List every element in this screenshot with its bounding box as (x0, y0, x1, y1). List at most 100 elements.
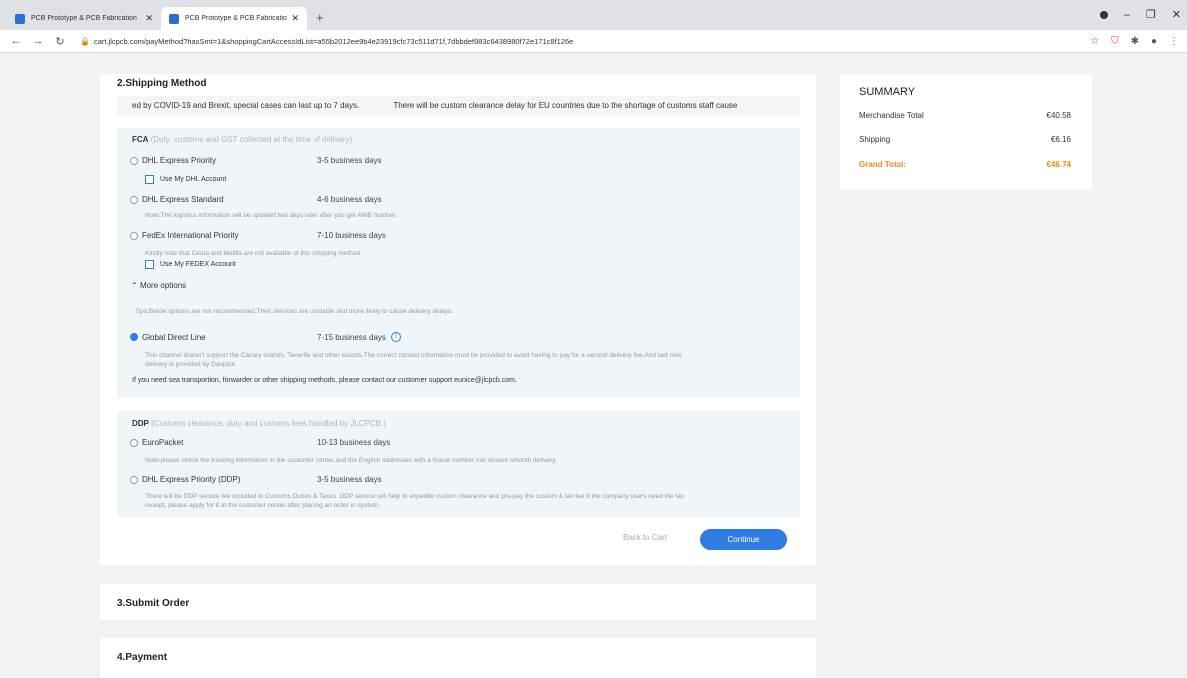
option-name: DHL Express Priority (142, 156, 216, 165)
close-icon[interactable]: ✕ (145, 13, 153, 24)
row-label: Grand Total: (859, 160, 906, 169)
group-header: DDP (Customs clearance, duty and customs… (132, 419, 386, 428)
submit-order-card[interactable]: 3.Submit Order (100, 584, 816, 620)
notice-text: ed by COVID-19 and Brexit, special cases… (132, 101, 360, 110)
account-icon[interactable]: ● (1151, 36, 1157, 47)
address-bar: ← → ↻ 🔒 cart.jlcpcb.com/payMethod?hasSmt… (0, 30, 1187, 53)
checkbox[interactable] (145, 175, 154, 184)
forward-icon[interactable]: → (32, 35, 44, 47)
shipping-row: Shipping €6.16 (859, 135, 1071, 144)
close-window-icon[interactable]: ✕ (1172, 8, 1181, 21)
radio-button[interactable] (130, 231, 138, 240)
shipping-option[interactable]: DHL Express Priority (DDP) 3-5 business … (130, 475, 381, 484)
row-label: Merchandise Total (859, 111, 924, 120)
note-line: This channel doesn't support the Canary … (145, 352, 682, 359)
chevron-up-icon: ⌃ (131, 281, 138, 290)
menu-icon[interactable]: ⋮ (1169, 36, 1179, 47)
radio-button[interactable] (130, 156, 138, 165)
grand-total-row: Grand Total: €46.74 (859, 160, 1071, 169)
more-options-label: More options (139, 281, 187, 290)
window-controls: – ❐ ✕ (1099, 8, 1181, 21)
star-icon[interactable]: ☆ (1090, 36, 1099, 47)
profile-icon[interactable] (1099, 10, 1108, 19)
notice-ticker: ed by COVID-19 and Brexit, special cases… (117, 96, 800, 116)
option-name: FedEx International Priority (142, 231, 239, 240)
extension-bar: ☆ ⛉ ✱ ● ⋮ (1090, 36, 1179, 47)
option-days: 7-15 business days (317, 332, 386, 342)
more-options-toggle[interactable]: ⌃ More options (131, 281, 186, 290)
use-fedex-account-checkbox[interactable]: Use My FEDEX Account (145, 260, 236, 269)
option-note: Note:The logistics information will be u… (145, 212, 397, 219)
radio-button[interactable] (130, 475, 138, 484)
browser-tab[interactable]: PCB Prototype & PCB Fabrication ✕ (7, 7, 161, 30)
option-name: Global Direct Line (142, 332, 206, 342)
contact-text: If you need sea transportion, forwarder … (132, 377, 517, 384)
maximize-icon[interactable]: ❐ (1146, 8, 1156, 21)
ddp-group: DDP (Customs clearance, duty and customs… (117, 411, 800, 517)
jlcpcb-favicon-icon (169, 13, 179, 24)
option-name: DHL Express Standard (142, 195, 224, 204)
order-summary: SUMMARY Merchandise Total €40.58 Shippin… (840, 74, 1092, 190)
info-icon[interactable]: ! (390, 332, 401, 342)
note-line: There will be DDP service fee included i… (145, 493, 685, 500)
back-to-cart-link[interactable]: Back to Cart (623, 533, 667, 542)
shipping-option[interactable]: EuroPacket 10-13 business days (130, 438, 390, 447)
option-days: 4-6 business days (317, 195, 382, 204)
section-title: 3.Submit Order (117, 598, 190, 609)
browser-tab-strip: PCB Prototype & PCB Fabrication ✕ PCB Pr… (0, 0, 1187, 30)
option-days: 3-5 business days (317, 156, 382, 165)
option-days: 10-13 business days (317, 438, 391, 447)
payment-card[interactable]: 4.Payment (100, 638, 816, 678)
close-icon[interactable]: ✕ (291, 13, 299, 24)
group-label: DDP (132, 419, 149, 428)
group-label: FCA (132, 135, 149, 144)
option-days: 3-5 business days (317, 475, 382, 484)
radio-button[interactable] (130, 438, 138, 447)
row-label: Shipping (859, 135, 891, 144)
row-value: €40.58 (1046, 111, 1071, 120)
group-subtitle: (Customs clearance, duty and customs fee… (151, 419, 386, 428)
option-note: Kindly note that Ceuta and Melilla are n… (145, 250, 360, 257)
group-subtitle: (Duty, customs and GST collected at the … (150, 135, 353, 144)
notice-text: There will be custom clearance delay for… (393, 101, 738, 110)
note-line: receipt, please apply for it at the cust… (145, 502, 380, 509)
checkbox-label: Use My FEDEX Account (160, 261, 236, 268)
shipping-method-card: 2.Shipping Method ed by COVID-19 and Bre… (100, 74, 816, 565)
browser-tab-active[interactable]: PCB Prototype & PCB Fabrication ✕ (161, 7, 307, 30)
tab-title: PCB Prototype & PCB Fabrication (185, 15, 288, 22)
shipping-option[interactable]: DHL Express Standard 4-6 business days (130, 195, 381, 204)
minimize-icon[interactable]: – (1124, 9, 1130, 21)
fca-group: FCA (Duty, customs and GST collected at … (117, 128, 800, 398)
checkbox-label: Use My DHL Account (160, 176, 227, 183)
shipping-option[interactable]: FedEx International Priority 7-10 busine… (130, 231, 386, 240)
option-name: EuroPacket (142, 438, 184, 447)
tips-text: Tips:Below options are not recommended.T… (135, 308, 454, 315)
shield-extension-icon[interactable]: ⛉ (1111, 36, 1119, 47)
checkbox[interactable] (145, 260, 154, 269)
row-value: €6.16 (1050, 135, 1071, 144)
option-note: Note:please check the tracking informati… (145, 457, 557, 464)
reload-icon[interactable]: ↻ (54, 35, 66, 48)
jlcpcb-favicon-icon (15, 13, 25, 24)
option-note: This channel doesn't support the Canary … (145, 351, 682, 369)
merchandise-total-row: Merchandise Total €40.58 (859, 111, 1071, 120)
radio-button[interactable] (130, 195, 138, 204)
url-field[interactable]: cart.jlcpcb.com/payMethod?hasSmt=1&shopp… (94, 37, 573, 46)
summary-title: SUMMARY (859, 86, 916, 98)
back-icon[interactable]: ← (10, 35, 22, 47)
radio-button-selected[interactable] (130, 333, 138, 341)
shipping-option[interactable]: DHL Express Priority 3-5 business days (130, 156, 381, 165)
option-note: There will be DDP service fee included i… (145, 492, 684, 510)
option-days: 7-10 business days (317, 231, 386, 240)
use-dhl-account-checkbox[interactable]: Use My DHL Account (145, 175, 226, 184)
option-name: DHL Express Priority (DDP) (142, 475, 241, 484)
lock-icon[interactable]: 🔒 (80, 37, 90, 46)
group-header: FCA (Duty, customs and GST collected at … (132, 135, 352, 144)
shipping-option-selected[interactable]: Global Direct Line 7-15 business days ! (130, 332, 401, 342)
new-tab-icon[interactable]: + (316, 10, 324, 25)
note-line: delivery is provided by Daopick. (145, 361, 237, 368)
section-title: 4.Payment (117, 652, 168, 663)
tab-title: PCB Prototype & PCB Fabrication (31, 15, 137, 22)
puzzle-extension-icon[interactable]: ✱ (1131, 36, 1139, 47)
continue-button[interactable]: Continue (700, 529, 787, 550)
